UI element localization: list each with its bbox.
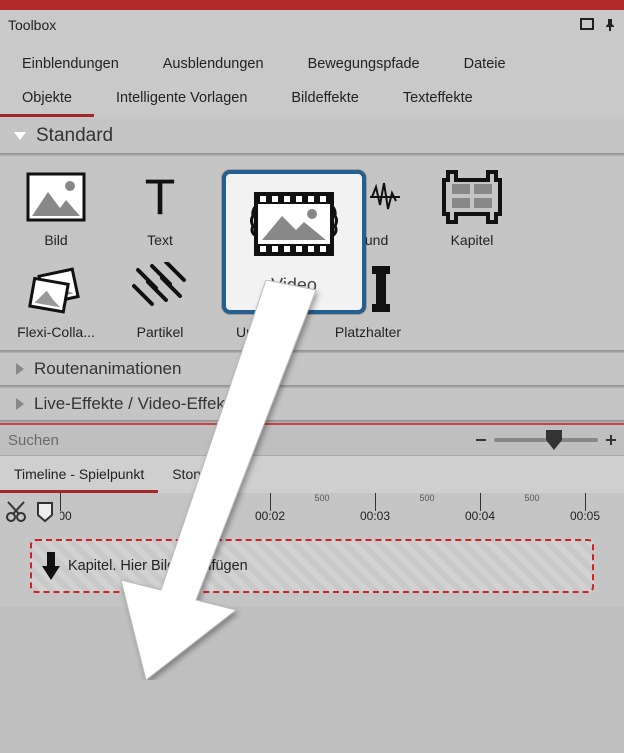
panel-header: Toolbox: [0, 10, 624, 40]
chapter-icon: [440, 170, 504, 224]
tab-intelligente-vorlagen[interactable]: Intelligente Vorlagen: [94, 82, 269, 117]
marker-tool-icon[interactable]: [32, 498, 60, 526]
section-live-label: Live-Effekte / Video-Effekte: [34, 394, 239, 414]
tab-dateien[interactable]: Dateie: [442, 48, 528, 82]
section-routen-header[interactable]: Routenanimationen: [0, 353, 624, 385]
object-kapitel[interactable]: Kapitel: [420, 166, 524, 258]
object-platzhalter-label: Platzhalter: [335, 324, 401, 340]
text-icon: T: [128, 170, 192, 224]
object-partikel-label: Partikel: [137, 324, 184, 340]
object-flexi-collage[interactable]: Flexi-Colla...: [4, 258, 108, 350]
object-text[interactable]: T Text: [108, 166, 212, 258]
collage-icon: [24, 262, 88, 316]
object-text-label: Text: [147, 232, 173, 248]
tab-objekte[interactable]: Objekte: [0, 82, 94, 117]
section-live-header[interactable]: Live-Effekte / Video-Effekte: [0, 388, 624, 420]
object-untertitel-label: Untertitel: [236, 324, 292, 340]
object-partikel[interactable]: Partikel: [108, 258, 212, 350]
chevron-down-icon: [14, 132, 26, 140]
section-standard-header[interactable]: Standard: [0, 117, 624, 153]
search-row: [0, 423, 624, 455]
tabs-primary: Einblendungen Ausblendungen Bewegungspfa…: [0, 40, 624, 82]
object-flexi-collage-label: Flexi-Colla...: [17, 324, 95, 340]
object-bild[interactable]: Bild: [4, 166, 108, 258]
cut-tool-icon[interactable]: [2, 498, 30, 526]
zoom-thumb[interactable]: [546, 430, 562, 455]
tab-bildeffekte[interactable]: Bildeffekte: [269, 82, 380, 117]
chevron-right-icon: [16, 363, 24, 375]
object-bild-label: Bild: [44, 232, 67, 248]
zoom-out-icon[interactable]: [474, 433, 488, 447]
maximize-icon[interactable]: [580, 18, 594, 32]
zoom-track[interactable]: [494, 438, 598, 442]
ruler-tick-label: 00:04: [465, 509, 495, 523]
zoom-slider[interactable]: [474, 433, 624, 447]
timeline-ruler[interactable]: 0:00 00:02 00:03 00:04 00:05 500 500 500: [60, 493, 624, 531]
svg-text:T: T: [145, 172, 176, 222]
tab-einblendungen[interactable]: Einblendungen: [0, 48, 141, 82]
search-input[interactable]: [0, 425, 474, 455]
ruler-tick-label: 00:02: [255, 509, 285, 523]
tab-storyboard[interactable]: Storyboard: [158, 456, 254, 493]
tab-timeline[interactable]: Timeline - Spielpunkt: [0, 456, 158, 493]
chapter-dropzone[interactable]: Kapitel. Hier Bilder einfügen: [30, 539, 594, 593]
section-standard-label: Standard: [36, 125, 113, 147]
tabs-secondary: Objekte Intelligente Vorlagen Bildeffekt…: [0, 82, 624, 117]
tab-texteffekte[interactable]: Texteffekte: [381, 82, 495, 117]
ruler-tick-label: 0:00: [60, 509, 72, 523]
zoom-in-icon[interactable]: [604, 433, 618, 447]
pin-icon[interactable]: [604, 18, 616, 32]
object-kapitel-label: Kapitel: [451, 232, 494, 248]
tab-ausblendungen[interactable]: Ausblendungen: [141, 48, 286, 82]
ruler-tick-label: 00:03: [360, 509, 390, 523]
chevron-right-icon: [16, 398, 24, 410]
object-video-highlight[interactable]: Video: [222, 170, 366, 314]
timeline-footer: [0, 607, 624, 657]
section-routen-label: Routenanimationen: [34, 359, 181, 379]
ruler-tick-label: 00:05: [570, 509, 600, 523]
ruler-minor-label: 500: [314, 493, 329, 503]
panel-title: Toolbox: [8, 17, 56, 33]
timeline-area: Kapitel. Hier Bilder einfügen: [0, 531, 624, 607]
ruler-minor-label: 500: [419, 493, 434, 503]
particle-icon: [128, 262, 192, 316]
object-video-label: Video: [271, 275, 317, 296]
tab-bewegungspfade[interactable]: Bewegungspfade: [286, 48, 442, 82]
editor-tabs: Timeline - Spielpunkt Storyboard: [0, 455, 624, 493]
chapter-dropzone-text: Kapitel. Hier Bilder einfügen: [68, 558, 248, 574]
image-icon: [24, 170, 88, 224]
ruler-minor-label: 500: [524, 493, 539, 503]
arrow-down-icon: [42, 552, 60, 580]
app-topbar: [0, 0, 624, 10]
video-icon: [248, 188, 340, 265]
timeline-ruler-row: 0:00 00:02 00:03 00:04 00:05 500 500 500: [0, 493, 624, 531]
